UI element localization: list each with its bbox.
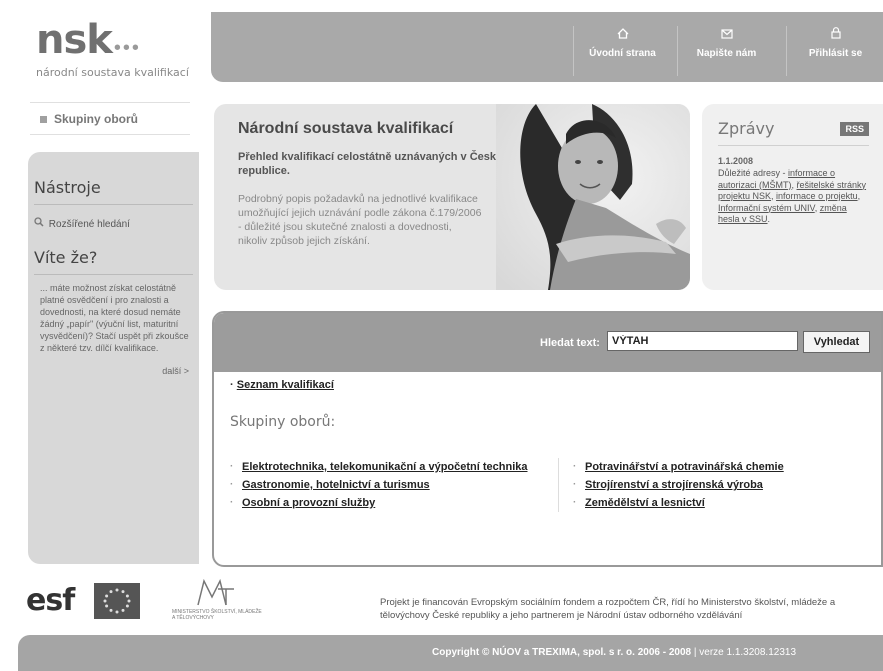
search-input[interactable] xyxy=(607,331,798,351)
seznam-kvalifikaci-link[interactable]: Seznam kvalifikací xyxy=(237,379,334,391)
esf-logo[interactable]: esf xyxy=(26,583,75,618)
more-link[interactable]: další > xyxy=(34,366,193,376)
msmt-mark-icon xyxy=(196,577,236,613)
msmt-logo[interactable]: MINISTERSTVO ŠKOLSTVÍ, MLÁDEŽE A TĚLOVÝC… xyxy=(172,577,262,625)
top-nav-bar: Úvodní strana Napište nám Přihlásit se xyxy=(211,12,883,82)
home-icon xyxy=(574,26,671,44)
copyright: Copyright © NÚOV a TREXIMA, spol. s r. o… xyxy=(432,647,796,658)
search-panel: Hledat text: Vyhledat · Seznam kvalifika… xyxy=(212,311,883,567)
list-item: · Potravinářství a potravinářská chemie xyxy=(573,458,868,476)
group-link[interactable]: Gastronomie, hotelnictví a turismus xyxy=(242,479,430,491)
hero-banner: Národní soustava kvalifikací Přehled kva… xyxy=(214,104,690,290)
copyright-text: Copyright © NÚOV a TREXIMA, spol. s r. o… xyxy=(432,647,692,658)
news-text: Důležité adresy - informace o autorizaci… xyxy=(718,168,867,224)
did-you-know-heading: Víte že? xyxy=(34,230,193,275)
news-date: 1.1.2008 xyxy=(718,156,754,166)
envelope-icon xyxy=(678,26,775,44)
list-item: · Strojírenství a strojírenská výroba xyxy=(573,476,868,494)
list-item: · Osobní a provozní služby xyxy=(230,494,550,512)
news-link-univ[interactable]: Informační systém UNIV xyxy=(718,203,815,213)
hero-woman-photo xyxy=(496,104,690,290)
group-link[interactable]: Elektrotechnika, telekomunikační a výpoč… xyxy=(242,461,528,473)
nsk-logo[interactable]: nsk ••• národní soustava kvalifikací xyxy=(36,20,201,90)
tools-heading: Nástroje xyxy=(34,152,193,205)
did-you-know-text: ... máte možnost získat celostátně platn… xyxy=(40,283,189,353)
logo-mark: nsk xyxy=(36,17,113,63)
rss-button[interactable]: RSS xyxy=(840,122,869,136)
version-text: | verze 1.1.3208.12313 xyxy=(693,647,797,658)
group-link[interactable]: Strojírenství a strojírenská výroba xyxy=(585,479,763,491)
list-bullet: · xyxy=(573,461,577,472)
footer-logos: esf MINISTERSTVO ŠKOLSTVÍ, MLÁDEŽE A TĚL… xyxy=(14,577,274,627)
list-bullet: · xyxy=(573,497,577,508)
groups-right-column: · Potravinářství a potravinářská chemie ·… xyxy=(558,458,868,512)
skupiny-oboru-link[interactable]: Skupiny oborů xyxy=(30,102,190,135)
advanced-search-label: Rozšířené hledání xyxy=(48,219,130,230)
nav-contact-link[interactable]: Napište nám xyxy=(677,26,775,76)
square-bullet-icon xyxy=(40,116,47,123)
groups-title: Skupiny oborů: xyxy=(230,414,336,430)
list-item: · Zemědělství a lesnictví xyxy=(573,494,868,512)
groups-left-column: · Elektrotechnika, telekomunikační a výpo… xyxy=(230,458,550,512)
news-text-prefix: Důležité adresy - xyxy=(718,168,789,178)
advanced-search-link[interactable]: Rozšířené hledání xyxy=(34,217,193,230)
eu-flag-icon[interactable] xyxy=(94,583,140,619)
skupiny-oboru-label: Skupiny oborů xyxy=(54,112,138,126)
search-label: Hledat text: xyxy=(540,337,600,349)
footer-project-text: Projekt je financován Evropským sociální… xyxy=(380,597,836,621)
seznam-kvalifikaci: · Seznam kvalifikací xyxy=(230,379,334,391)
list-bullet: · xyxy=(230,497,234,508)
search-button[interactable]: Vyhledat xyxy=(803,331,870,353)
news-title: Zprávy xyxy=(718,119,775,138)
group-link[interactable]: Potravinářství a potravinářská chemie xyxy=(585,461,784,473)
msmt-text: MINISTERSTVO ŠKOLSTVÍ, MLÁDEŽE A TĚLOVÝC… xyxy=(172,609,262,621)
hero-subtitle: Přehled kvalifikací celostátně uznávanýc… xyxy=(238,151,503,177)
list-bullet: · xyxy=(230,461,234,472)
lock-icon xyxy=(787,26,883,44)
group-link[interactable]: Osobní a provozní služby xyxy=(242,497,375,509)
news-header: Zprávy RSS xyxy=(718,116,869,146)
list-item: · Elektrotechnika, telekomunikační a výpo… xyxy=(230,458,550,476)
news-link-informace[interactable]: informace o projektu xyxy=(776,191,858,201)
list-bullet: · xyxy=(573,479,577,490)
nav-login-label: Přihlásit se xyxy=(808,48,863,59)
nav-home-link[interactable]: Úvodní strana xyxy=(573,26,671,76)
nav-contact-label: Napište nám xyxy=(696,48,757,59)
logo-subtitle: národní soustava kvalifikací xyxy=(36,66,189,80)
list-bullet: · xyxy=(230,479,234,490)
logo-dots: ••• xyxy=(113,37,141,60)
hero-description: Podrobný popis požadavků na jednotlivé k… xyxy=(238,193,482,247)
news-panel: Zprávy RSS 1.1.2008 Důležité adresy - in… xyxy=(702,104,883,290)
seznam-bullet: · xyxy=(230,379,237,391)
search-bar: Hledat text: Vyhledat xyxy=(214,313,881,372)
nav-login-link[interactable]: Přihlásit se xyxy=(786,26,883,76)
list-item: · Gastronomie, hotelnictví a turismus xyxy=(230,476,550,494)
magnifier-icon xyxy=(34,217,47,230)
group-link[interactable]: Zemědělství a lesnictví xyxy=(585,497,705,509)
left-sidebar: Nástroje Rozšířené hledání Víte že? ... … xyxy=(28,152,199,564)
hero-title: Národní soustava kvalifikací xyxy=(238,120,454,137)
nav-home-label: Úvodní strana xyxy=(589,48,656,59)
copyright-bar: Copyright © NÚOV a TREXIMA, spol. s r. o… xyxy=(18,635,883,671)
